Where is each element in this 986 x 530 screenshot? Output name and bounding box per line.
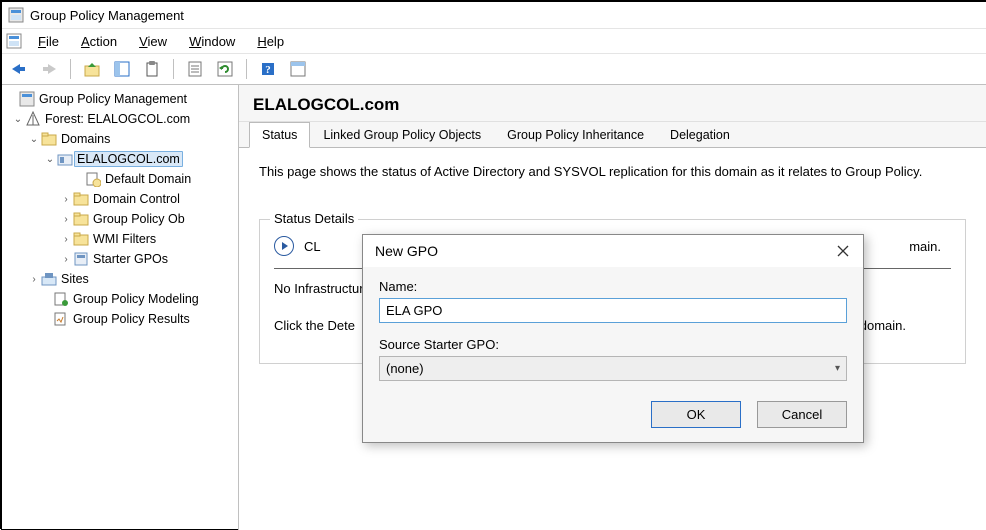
status-intro: This page shows the status of Active Dir… (259, 164, 966, 179)
menubar: File Action View Window Help (2, 29, 986, 54)
tree-wmi-label: WMI Filters (90, 231, 159, 247)
svg-text:?: ? (265, 64, 271, 76)
source-starter-gpo-combo[interactable]: (none) ▾ (379, 356, 847, 381)
collapse-icon[interactable]: › (60, 254, 72, 265)
status-line-left: CL (304, 239, 321, 254)
tree-root[interactable]: Group Policy Management (4, 89, 236, 109)
status-line-right: main. (909, 239, 941, 254)
ou-icon (72, 192, 90, 206)
expand-icon[interactable]: ⌄ (12, 114, 24, 125)
detect-left: Click the Dete (274, 318, 355, 333)
clipboard-button[interactable] (139, 56, 165, 82)
menu-view[interactable]: View (129, 31, 177, 52)
name-input[interactable] (379, 298, 847, 323)
menu-file[interactable]: File (28, 31, 69, 52)
tabs: Status Linked Group Policy Objects Group… (239, 122, 986, 148)
tree-root-label: Group Policy Management (36, 91, 190, 107)
app-icon (8, 7, 24, 23)
source-value: (none) (386, 361, 424, 376)
help-button[interactable]: ? (255, 56, 281, 82)
tab-delegation[interactable]: Delegation (657, 122, 743, 148)
name-label: Name: (379, 279, 847, 294)
tree-domain-label: ELALOGCOL.com (74, 151, 183, 167)
domain-icon (56, 152, 74, 166)
tree-forest[interactable]: ⌄ Forest: ELALOGCOL.com (4, 109, 236, 129)
tree-results-label: Group Policy Results (70, 311, 193, 327)
filter-options-button[interactable] (285, 56, 311, 82)
folder-icon (72, 232, 90, 246)
window-titlebar: Group Policy Management (2, 2, 986, 29)
tree-sites[interactable]: › Sites (4, 269, 236, 289)
toolbar-separator-3 (246, 59, 247, 79)
tree-gpo-folder[interactable]: › Group Policy Ob (4, 209, 236, 229)
close-icon[interactable] (835, 243, 851, 259)
show-hide-tree-button[interactable] (109, 56, 135, 82)
collapse-icon[interactable]: › (60, 234, 72, 245)
tree-domains[interactable]: ⌄ Domains (4, 129, 236, 149)
back-button[interactable] (6, 56, 32, 82)
starter-gpo-icon (72, 251, 90, 267)
collapse-icon[interactable]: › (60, 214, 72, 225)
menu-action[interactable]: Action (71, 31, 127, 52)
cancel-button[interactable]: Cancel (757, 401, 847, 428)
tree-forest-label: Forest: ELALOGCOL.com (42, 111, 193, 127)
tree-modeling[interactable]: Group Policy Modeling (4, 289, 236, 309)
tree-starter-label: Starter GPOs (90, 251, 171, 267)
tree-wmi-filters[interactable]: › WMI Filters (4, 229, 236, 249)
tree-modeling-label: Group Policy Modeling (70, 291, 202, 307)
results-icon (52, 311, 70, 327)
tab-linked-gpos[interactable]: Linked Group Policy Objects (310, 122, 494, 148)
tree-starter-gpos[interactable]: › Starter GPOs (4, 249, 236, 269)
modeling-icon (52, 291, 70, 307)
tree-domains-label: Domains (58, 131, 113, 147)
refresh-button[interactable] (212, 56, 238, 82)
gpo-link-icon (84, 171, 102, 187)
ok-button[interactable]: OK (651, 401, 741, 428)
play-icon[interactable] (274, 236, 294, 256)
expand-icon[interactable]: ⌄ (28, 134, 40, 145)
content-header: ELALOGCOL.com (239, 85, 986, 122)
tree-results[interactable]: Group Policy Results (4, 309, 236, 329)
tree-domain-controllers[interactable]: › Domain Control (4, 189, 236, 209)
collapse-icon[interactable]: › (60, 194, 72, 205)
tree-gpo-label: Group Policy Ob (90, 211, 188, 227)
new-gpo-dialog: New GPO Name: Source Starter GPO: (none)… (362, 234, 864, 443)
tree-domain[interactable]: ⌄ ELALOGCOL.com (4, 149, 236, 169)
sites-icon (40, 271, 58, 287)
tab-inheritance[interactable]: Group Policy Inheritance (494, 122, 657, 148)
tab-status[interactable]: Status (249, 122, 310, 148)
menu-help[interactable]: Help (247, 31, 294, 52)
up-level-button[interactable] (79, 56, 105, 82)
status-details-legend: Status Details (270, 211, 358, 226)
menu-window[interactable]: Window (179, 31, 245, 52)
tree-default-domain[interactable]: Default Domain (4, 169, 236, 189)
collapse-icon[interactable]: › (28, 274, 40, 285)
tree-dc-label: Domain Control (90, 191, 183, 207)
toolbar: ? (2, 54, 986, 85)
menubar-app-icon (6, 33, 22, 49)
folder-icon (72, 212, 90, 226)
source-label: Source Starter GPO: (379, 337, 847, 352)
tree-sites-label: Sites (58, 271, 92, 287)
expand-icon[interactable]: ⌄ (44, 154, 56, 165)
tree-default-domain-label: Default Domain (102, 171, 194, 187)
window-title: Group Policy Management (30, 8, 184, 23)
chevron-down-icon: ▾ (835, 363, 840, 374)
toolbar-separator (70, 59, 71, 79)
properties-button[interactable] (182, 56, 208, 82)
forward-button[interactable] (36, 56, 62, 82)
folder-icon (40, 132, 58, 146)
gpm-root-icon (18, 91, 36, 107)
tree-pane[interactable]: Group Policy Management ⌄ Forest: ELALOG… (2, 85, 239, 530)
forest-icon (24, 111, 42, 127)
toolbar-separator-2 (173, 59, 174, 79)
dialog-title: New GPO (375, 243, 438, 259)
